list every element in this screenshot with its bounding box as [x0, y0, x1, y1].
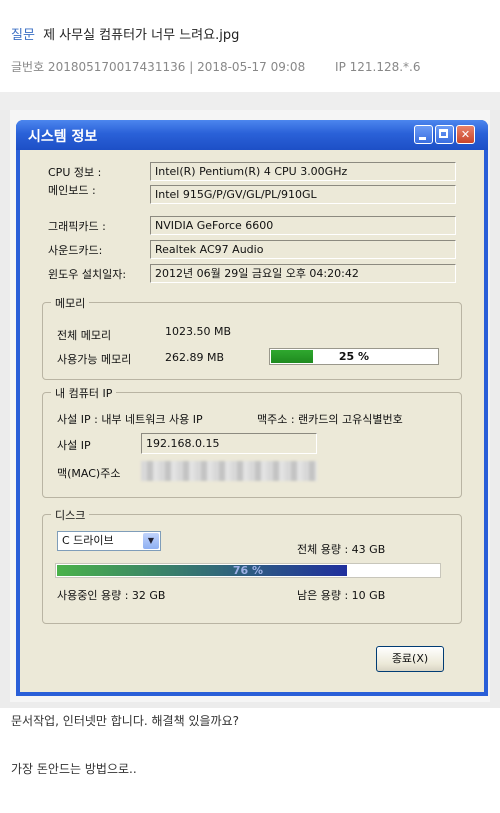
post-category[interactable]: 질문	[11, 28, 35, 43]
maximize-button[interactable]	[435, 125, 454, 144]
disk-group-title: 디스크	[51, 507, 90, 523]
window-client-area: CPU 정보 : Intel(R) Pentium(R) 4 CPU 3.00G…	[20, 150, 484, 692]
post-title[interactable]: 질문 제 사무실 컴퓨터가 너무 느려요.jpg	[11, 24, 239, 43]
mac-address-label: 맥(MAC)주소	[57, 467, 121, 480]
disk-usage-percent: 76 %	[232, 564, 264, 577]
memory-usage-bar: 25 %	[269, 348, 439, 365]
private-ip-description: 사설 IP : 내부 네트워크 사용 IP	[57, 413, 203, 426]
post-meta: 글번호 201805170017431136 | 2018-05-17 09:0…	[11, 58, 421, 75]
post-body-line-2: 가장 돈안드는 방법으로..	[11, 762, 137, 776]
window-title: 시스템 정보	[28, 129, 98, 145]
cpu-label: CPU 정보 :	[48, 166, 102, 179]
sound-card-field: Realtek AC97 Audio	[150, 240, 456, 259]
header-divider-band	[0, 92, 500, 110]
disk-usage-bar: 76 %	[55, 563, 441, 578]
private-ip-label: 사설 IP	[57, 439, 91, 452]
total-memory-value: 1023.50 MB	[165, 325, 232, 338]
post-body-line-1: 문서작업, 인터넷만 합니다. 해결책 있을까요?	[11, 714, 239, 728]
drive-select[interactable]: C 드라이브 ▼	[57, 531, 161, 551]
network-group-title: 내 컴퓨터 IP	[51, 385, 117, 401]
sound-card-label: 사운드카드:	[48, 244, 103, 257]
cpu-field: Intel(R) Pentium(R) 4 CPU 3.00GHz	[150, 162, 456, 181]
drive-select-value: C 드라이브	[62, 534, 114, 547]
available-memory-value: 262.89 MB	[165, 351, 225, 364]
disk-group: 디스크 C 드라이브 ▼ 전체 용량 : 43 GB 76 % 사용중인 용량 …	[42, 507, 462, 624]
minimize-button[interactable]	[414, 125, 433, 144]
post-body: 문서작업, 인터넷만 합니다. 해결책 있을까요? 가장 돈안드는 방법으로..	[0, 708, 500, 813]
memory-usage-percent: 25 %	[338, 350, 370, 363]
graphics-card-field: NVIDIA GeForce 6600	[150, 216, 456, 235]
disk-total-capacity: 전체 용량 : 43 GB	[297, 543, 386, 556]
system-info-window: 시스템 정보 ✕ CPU 정보 : Intel(R) Pentium(R) 4 …	[16, 120, 488, 696]
post-number: 글번호 201805170017431136	[11, 60, 186, 74]
mainboard-label: 메인보드 :	[48, 184, 96, 197]
network-ip-group: 내 컴퓨터 IP 사설 IP : 내부 네트워크 사용 IP 맥주소 : 랜카드…	[42, 385, 462, 498]
disk-free-capacity: 남은 용량 : 10 GB	[297, 589, 386, 602]
close-icon: ✕	[460, 128, 471, 141]
window-titlebar[interactable]: 시스템 정보 ✕	[16, 120, 488, 150]
post-title-text: 제 사무실 컴퓨터가 너무 느려요.jpg	[43, 28, 240, 43]
windows-install-date-field: 2012년 06월 29일 금요일 오후 04:20:42	[150, 264, 456, 283]
memory-group: 메모리 전체 메모리 1023.50 MB 사용가능 메모리 262.89 MB…	[42, 295, 462, 380]
available-memory-label: 사용가능 메모리	[57, 353, 132, 366]
memory-group-title: 메모리	[51, 295, 90, 311]
exit-button[interactable]: 종료(X)	[376, 646, 444, 672]
meta-separator: |	[189, 60, 198, 74]
post-ip: IP 121.128.*.6	[335, 60, 421, 74]
dropdown-arrow-icon[interactable]: ▼	[143, 533, 159, 549]
maximize-icon	[439, 129, 448, 138]
post-header: 질문 제 사무실 컴퓨터가 너무 느려요.jpg 글번호 20180517001…	[0, 0, 500, 92]
mac-address-blurred-field	[141, 461, 317, 481]
graphics-card-label: 그래픽카드 :	[48, 220, 106, 233]
windows-install-date-label: 윈도우 설치일자:	[48, 268, 127, 281]
close-window-button[interactable]: ✕	[456, 125, 475, 144]
post-date: 2018-05-17 09:08	[197, 60, 306, 74]
minimize-icon	[419, 137, 426, 140]
disk-used-capacity: 사용중인 용량 : 32 GB	[57, 589, 166, 602]
mainboard-field: Intel 915G/P/GV/GL/PL/910GL	[150, 185, 456, 204]
total-memory-label: 전체 메모리	[57, 329, 112, 342]
mac-address-description: 맥주소 : 랜카드의 고유식별번호	[257, 413, 403, 426]
private-ip-field: 192.168.0.15	[141, 433, 317, 454]
